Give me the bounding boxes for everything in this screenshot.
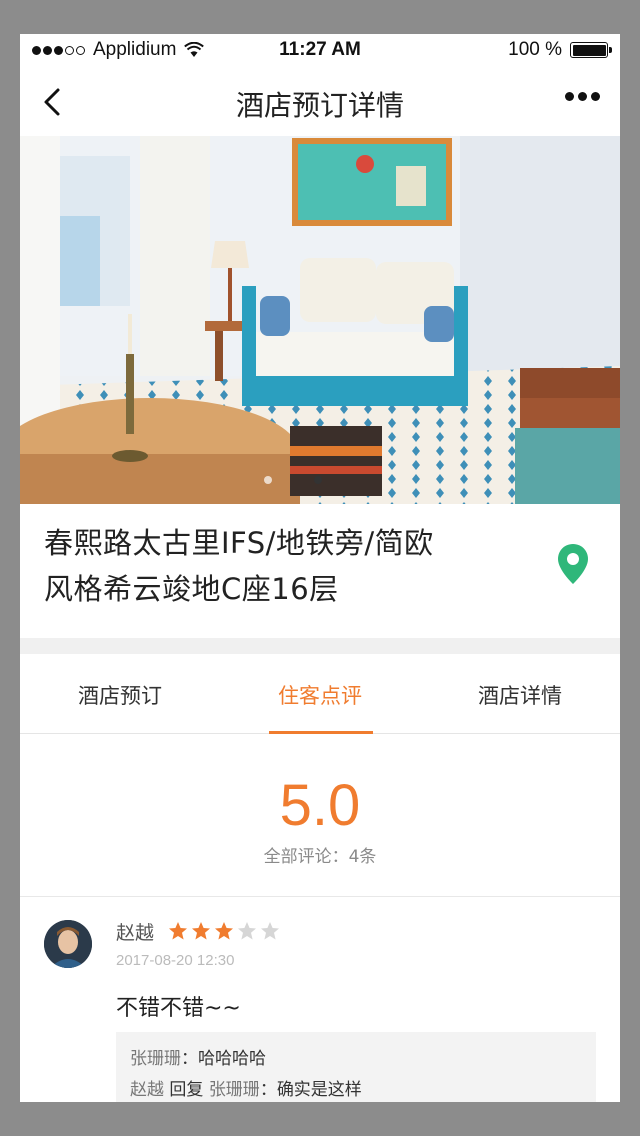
- review-count: 全部评论：4条: [263, 847, 377, 867]
- hotel-name: 春熙路太古里IFS/地铁旁/简欧 风格希云竣地C座16层: [44, 520, 524, 612]
- reply-thread: 张珊珊：哈哈哈哈 赵越 回复 张珊珊：确实是这样: [116, 1032, 596, 1102]
- tab-hotel-booking[interactable]: 酒店预订: [20, 680, 220, 710]
- star-filled-icon: [192, 922, 210, 940]
- reply-separator: ：: [259, 1080, 277, 1100]
- page-title: 酒店预订详情: [235, 89, 404, 122]
- star-filled-icon: [215, 922, 233, 940]
- reply-target[interactable]: 张珊珊: [209, 1080, 260, 1100]
- review-text: 不错不错~~: [116, 996, 241, 1021]
- reply-author[interactable]: 赵越: [130, 1080, 164, 1100]
- tab-guest-reviews[interactable]: 住客点评: [220, 680, 420, 710]
- star-empty-icon: [261, 922, 279, 940]
- reply-text: 哈哈哈哈: [198, 1049, 266, 1069]
- section-divider: [20, 638, 620, 654]
- status-bar: Applidium 11:27 AM 100 %: [20, 34, 620, 64]
- divider: [20, 896, 620, 897]
- app-screen: Applidium 11:27 AM 100 % 酒店预订详情 春熙路太古里IF…: [20, 34, 620, 1102]
- review-date: 2017-08-20 12:30: [116, 952, 235, 969]
- battery-percent: 100 %: [508, 39, 562, 60]
- hotel-photo[interactable]: [20, 136, 620, 504]
- avatar[interactable]: [44, 920, 92, 968]
- reply-item[interactable]: 张珊珊：哈哈哈哈: [130, 1044, 582, 1075]
- reply-author[interactable]: 张珊珊: [130, 1049, 181, 1069]
- review-author: 赵越: [116, 922, 155, 944]
- star-rating: [168, 921, 283, 941]
- rating-score: 5.0: [279, 773, 361, 838]
- active-tab-indicator: [269, 731, 373, 734]
- battery-group: 100 %: [508, 39, 612, 61]
- hotel-name-line2: 风格希云竣地C座16层: [44, 572, 339, 606]
- battery-icon: [570, 42, 612, 58]
- reply-separator: ：: [181, 1049, 198, 1069]
- star-empty-icon: [238, 922, 256, 940]
- map-pin-icon[interactable]: [556, 542, 590, 586]
- reply-item[interactable]: 赵越 回复 张珊珊：确实是这样: [130, 1075, 582, 1102]
- reply-action: 回复: [169, 1080, 204, 1100]
- hotel-name-line1: 春熙路太古里IFS/地铁旁/简欧: [44, 526, 434, 560]
- reply-text: 确实是这样: [276, 1080, 362, 1100]
- navigation-bar: 酒店预订详情: [20, 70, 620, 134]
- more-dots-icon[interactable]: [561, 92, 600, 101]
- tab-bar: 酒店预订 住客点评 酒店详情: [20, 654, 620, 734]
- tab-hotel-details[interactable]: 酒店详情: [420, 680, 620, 710]
- star-filled-icon: [169, 922, 187, 940]
